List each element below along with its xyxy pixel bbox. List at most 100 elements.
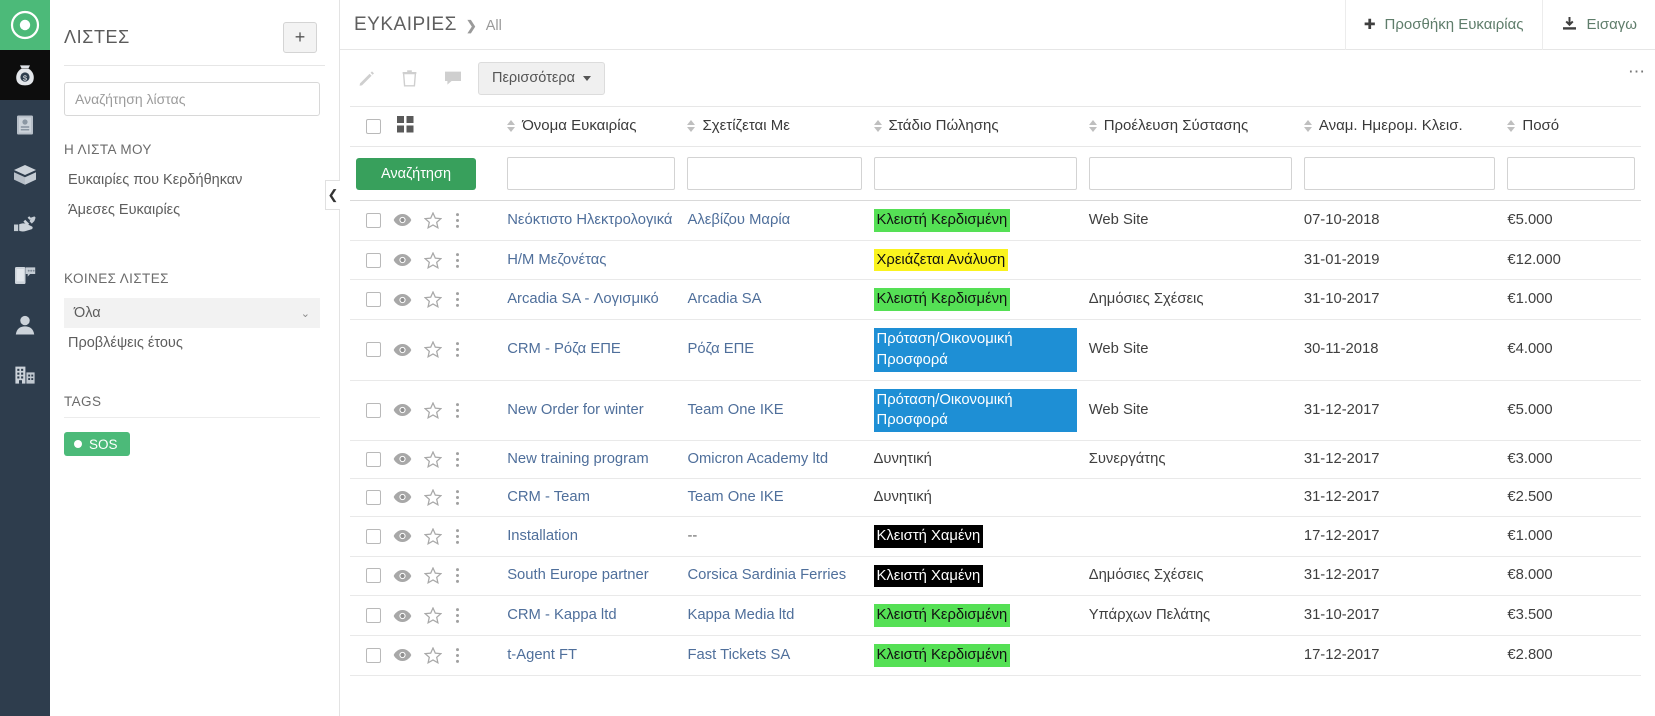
eye-preview-icon[interactable] <box>393 293 412 307</box>
vertical-dots-menu-icon[interactable] <box>454 212 460 229</box>
table-row[interactable]: Νεόκτιστο Ηλεκτρολογικά Αλεβίζου Μαρία Κλε… <box>350 201 1641 241</box>
search-button[interactable]: Αναζήτηση <box>356 157 476 190</box>
related-entity-link[interactable]: Arcadia SA <box>687 291 761 307</box>
related-entity-link[interactable]: Omicron Academy ltd <box>687 451 828 467</box>
sidebar-collapse-handle[interactable]: ❮ <box>325 180 340 210</box>
vertical-dots-menu-icon[interactable] <box>454 291 460 308</box>
row-checkbox[interactable] <box>366 489 381 505</box>
vertical-dots-menu-icon[interactable] <box>454 567 460 584</box>
eye-preview-icon[interactable] <box>393 648 412 662</box>
tag-sos[interactable]: SOS <box>64 432 130 456</box>
column-header-related[interactable]: Σχετίζεται Με <box>681 106 868 147</box>
row-checkbox[interactable] <box>366 608 381 624</box>
star-favorite-icon[interactable] <box>423 251 443 269</box>
table-row[interactable]: CRM - Kappa ltd Kappa Media ltd Κλειστή Κε… <box>350 596 1641 636</box>
more-actions-button[interactable]: Περισσότερα <box>478 61 605 95</box>
row-checkbox[interactable] <box>366 252 381 268</box>
filter-input-source[interactable] <box>1088 157 1292 190</box>
vertical-dots-menu-icon[interactable] <box>454 252 460 269</box>
column-header-name[interactable]: Όνομα Ευκαιρίας <box>501 106 682 147</box>
related-entity-link[interactable]: Ρόζα ΕΠΕ <box>687 341 754 357</box>
opportunity-name-link[interactable]: Arcadia SA - Λογισμικό <box>507 291 659 307</box>
star-favorite-icon[interactable] <box>423 527 443 545</box>
import-button[interactable]: Εισαγω <box>1541 0 1655 50</box>
grid-view-icon[interactable] <box>397 115 414 137</box>
star-favorite-icon[interactable] <box>423 646 443 664</box>
opportunity-name-link[interactable]: t-Agent FT <box>507 647 577 663</box>
table-row[interactable]: New training program Omicron Academy ltd Δ… <box>350 440 1641 479</box>
related-entity-link[interactable]: Team One IKE <box>687 402 783 418</box>
filter-input-related[interactable] <box>687 157 862 190</box>
sidebar-item-won-opportunities[interactable]: Ευκαιρίες που Κερδήθηκαν <box>50 165 339 195</box>
star-favorite-icon[interactable] <box>423 450 443 468</box>
star-favorite-icon[interactable] <box>423 488 443 506</box>
vertical-dots-menu-icon[interactable] <box>454 647 460 664</box>
column-header-source[interactable]: Προέλευση Σύστασης <box>1082 106 1298 147</box>
table-row[interactable]: Η/Μ Μεζονέτας Χρειάζεται Ανάλυση 31-01-201… <box>350 240 1641 280</box>
row-checkbox[interactable] <box>366 647 381 663</box>
add-opportunity-button[interactable]: ✚ Προσθήκη Ευκαιρίας <box>1344 0 1542 50</box>
rail-item-services[interactable] <box>0 200 50 250</box>
target-circle-logo-icon[interactable] <box>0 0 50 50</box>
rail-item-companies[interactable] <box>0 350 50 400</box>
related-entity-link[interactable]: Αλεβίζου Μαρία <box>687 212 790 228</box>
table-row[interactable]: New Order for winter Team One IKE Πρόταση/… <box>350 380 1641 441</box>
sidebar-item-year-forecasts[interactable]: Προβλέψεις έτους <box>50 328 339 358</box>
row-checkbox[interactable] <box>366 342 381 358</box>
opportunity-name-link[interactable]: CRM - Team <box>507 489 590 505</box>
eye-preview-icon[interactable] <box>393 529 412 543</box>
eye-preview-icon[interactable] <box>393 253 412 267</box>
star-favorite-icon[interactable] <box>423 401 443 419</box>
eye-preview-icon[interactable] <box>393 609 412 623</box>
row-checkbox[interactable] <box>366 451 381 467</box>
column-header-close-date[interactable]: Αναμ. Ημερομ. Κλεισ. <box>1297 106 1502 147</box>
column-header-stage[interactable]: Στάδιο Πώλησης <box>867 106 1083 147</box>
rail-item-contacts[interactable] <box>0 100 50 150</box>
vertical-dots-menu-icon[interactable] <box>454 402 460 419</box>
settings-columns-icon[interactable]: ⋯ <box>1628 62 1645 82</box>
filter-input-stage[interactable] <box>873 157 1077 190</box>
edit-button[interactable] <box>345 61 388 95</box>
filter-input-close-date[interactable] <box>1303 157 1496 190</box>
opportunity-name-link[interactable]: New training program <box>507 451 648 467</box>
star-favorite-icon[interactable] <box>423 290 443 309</box>
shared-lists-select[interactable]: Όλα ⌄ <box>64 298 320 328</box>
vertical-dots-menu-icon[interactable] <box>454 489 460 506</box>
vertical-dots-menu-icon[interactable] <box>454 341 460 358</box>
star-favorite-icon[interactable] <box>423 211 443 229</box>
star-favorite-icon[interactable] <box>423 340 443 359</box>
eye-preview-icon[interactable] <box>393 213 412 227</box>
star-favorite-icon[interactable] <box>423 566 443 585</box>
eye-preview-icon[interactable] <box>393 452 412 466</box>
star-favorite-icon[interactable] <box>423 606 443 625</box>
related-entity-link[interactable]: Corsica Sardinia Ferries <box>687 567 846 583</box>
vertical-dots-menu-icon[interactable] <box>454 451 460 468</box>
eye-preview-icon[interactable] <box>393 569 412 583</box>
related-entity-link[interactable]: Team One IKE <box>687 489 783 505</box>
table-row[interactable]: South Europe partner Corsica Sardinia Fer… <box>350 556 1641 596</box>
row-checkbox[interactable] <box>366 402 381 418</box>
eye-preview-icon[interactable] <box>393 403 412 417</box>
sidebar-item-immediate-opportunities[interactable]: Άμεσες Ευκαιρίες <box>50 195 339 225</box>
table-row[interactable]: Installation -- Κλειστή Χαμένη 17-12-2017 €1… <box>350 516 1641 557</box>
table-row[interactable]: CRM - Ρόζα ΕΠΕ Ρόζα ΕΠΕ Πρόταση/Οικονομική… <box>350 320 1641 381</box>
opportunity-name-link[interactable]: New Order for winter <box>507 402 644 418</box>
table-row[interactable]: Arcadia SA - Λογισμικό Arcadia SA Κλειστή … <box>350 280 1641 320</box>
opportunity-name-link[interactable]: CRM - Kappa ltd <box>507 607 616 623</box>
list-search-input[interactable] <box>64 82 320 116</box>
rail-item-products[interactable] <box>0 150 50 200</box>
opportunity-name-link[interactable]: Νεόκτιστο Ηλεκτρολογικά <box>507 212 672 228</box>
eye-preview-icon[interactable] <box>393 343 412 357</box>
delete-button[interactable] <box>388 61 431 95</box>
related-entity-link[interactable]: Kappa Media ltd <box>687 607 794 623</box>
rail-item-campaigns[interactable] <box>0 250 50 300</box>
row-checkbox[interactable] <box>366 528 381 544</box>
select-all-checkbox[interactable] <box>366 118 381 134</box>
opportunity-name-link[interactable]: South Europe partner <box>507 567 649 583</box>
row-checkbox[interactable] <box>366 292 381 308</box>
related-entity-link[interactable]: Fast Tickets SA <box>687 647 790 663</box>
filter-input-amount[interactable] <box>1507 157 1635 190</box>
opportunity-name-link[interactable]: Installation <box>507 528 578 544</box>
table-row[interactable]: t-Agent FT Fast Tickets SA Κλειστή Κερδισμ… <box>350 636 1641 676</box>
comment-button[interactable] <box>431 61 474 95</box>
